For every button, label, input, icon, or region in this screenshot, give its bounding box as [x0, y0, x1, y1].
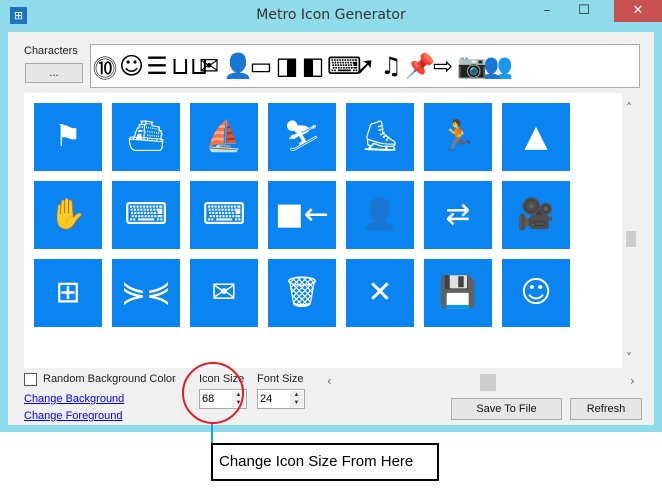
- close-button[interactable]: ✕: [614, 0, 662, 22]
- maximize-button[interactable]: ☐: [570, 0, 598, 22]
- icon-tile[interactable]: ⌨: [112, 181, 180, 249]
- characters-button[interactable]: ...: [25, 63, 83, 83]
- vertical-scroll-thumb[interactable]: [626, 231, 636, 247]
- random-bg-checkbox[interactable]: [24, 373, 37, 386]
- annotation-circle: [182, 362, 244, 424]
- change-background-link[interactable]: Change Background: [24, 393, 124, 405]
- character-glyph[interactable]: ⌨: [327, 52, 362, 80]
- horizontal-scrollbar[interactable]: ‹ ›: [322, 373, 642, 391]
- icon-tile[interactable]: 💾: [424, 259, 492, 327]
- character-glyph[interactable]: ➚: [353, 52, 377, 80]
- icon-tile[interactable]: ⊞: [34, 259, 102, 327]
- icon-tile[interactable]: ■←: [268, 181, 336, 249]
- icon-tile[interactable]: ⛵: [190, 103, 258, 171]
- scroll-left-icon[interactable]: ‹: [327, 374, 332, 388]
- characters-label: Characters: [24, 45, 78, 57]
- icon-tile[interactable]: 🗑: [268, 259, 336, 327]
- character-glyph[interactable]: ◧: [301, 52, 325, 80]
- character-glyph[interactable]: ☰: [145, 52, 169, 80]
- refresh-button[interactable]: Refresh: [570, 398, 642, 420]
- annotation-line: [211, 424, 213, 444]
- character-glyph[interactable]: 📷: [457, 52, 487, 80]
- character-glyph[interactable]: ♫: [379, 52, 403, 80]
- icon-tile[interactable]: ⇄: [424, 181, 492, 249]
- character-glyph[interactable]: ◨: [275, 52, 299, 80]
- icon-tile[interactable]: ⌨: [190, 181, 258, 249]
- character-glyph[interactable]: 👥: [483, 52, 513, 80]
- character-glyph[interactable]: ⇨: [431, 52, 455, 80]
- font-size-label: Font Size: [257, 373, 304, 385]
- window-title: Metro Icon Generator: [256, 7, 406, 23]
- icon-tile[interactable]: 👤: [346, 181, 414, 249]
- icon-tile[interactable]: ⋟⋞: [112, 259, 180, 327]
- character-glyph[interactable]: 📌: [405, 52, 435, 80]
- character-glyph[interactable]: ☺: [119, 52, 144, 80]
- icon-tile[interactable]: ⛷: [268, 103, 336, 171]
- change-foreground-link[interactable]: Change Foreground: [24, 410, 122, 422]
- horizontal-scroll-thumb[interactable]: [480, 374, 496, 391]
- character-glyph[interactable]: ⊔⊔: [171, 52, 208, 80]
- icon-tile[interactable]: 🎥: [502, 181, 570, 249]
- icon-tile[interactable]: 🏃: [424, 103, 492, 171]
- font-size-value[interactable]: 24: [260, 393, 272, 405]
- character-glyph[interactable]: 👤: [223, 52, 253, 80]
- icon-tile[interactable]: ✋: [34, 181, 102, 249]
- character-glyph[interactable]: ⓾: [93, 49, 117, 84]
- icon-tile[interactable]: ▲: [502, 103, 570, 171]
- icon-tile[interactable]: ⛸: [346, 103, 414, 171]
- icon-tile[interactable]: ⚑: [34, 103, 102, 171]
- save-to-file-button[interactable]: Save To File: [451, 398, 562, 420]
- character-glyph[interactable]: ✉: [197, 52, 221, 80]
- icon-tile[interactable]: ✕: [346, 259, 414, 327]
- scroll-right-icon[interactable]: ›: [630, 374, 635, 388]
- annotation-callout: Change Icon Size From Here: [211, 443, 439, 481]
- scroll-down-icon[interactable]: ˅: [626, 351, 632, 365]
- stepper-arrows-icon[interactable]: ▲ ▼: [290, 391, 303, 407]
- vertical-scrollbar[interactable]: ˄ ˅: [622, 93, 640, 368]
- icon-grid: ⚑ ⛴ ⛵ ⛷ ⛸ 🏃 ▲ ✋ ⌨ ⌨ ■← 👤 ⇄ 🎥 ⊞ ⋟⋞ ✉ 🗑 ✕ 💾 ☺: [24, 93, 622, 368]
- character-strip[interactable]: ⓾ ☺ ☰ ⊔⊔ ✉ 👤 ▭ ◨ ◧ ⌨ ➚ ♫ 📌 ⇨ 📷 👥: [90, 44, 640, 88]
- character-glyph[interactable]: ▭: [249, 52, 273, 80]
- icon-tile[interactable]: ✉: [190, 259, 258, 327]
- app-window: ⊞ Metro Icon Generator – ☐ ✕ Characters …: [0, 0, 662, 432]
- random-bg-label: Random Background Color: [43, 373, 176, 385]
- scroll-up-icon[interactable]: ˄: [626, 101, 632, 115]
- icon-tile[interactable]: ⛴: [112, 103, 180, 171]
- icon-tile[interactable]: ☺: [502, 259, 570, 327]
- font-size-stepper[interactable]: 24 ▲ ▼: [257, 389, 305, 409]
- minimize-button[interactable]: –: [533, 0, 561, 22]
